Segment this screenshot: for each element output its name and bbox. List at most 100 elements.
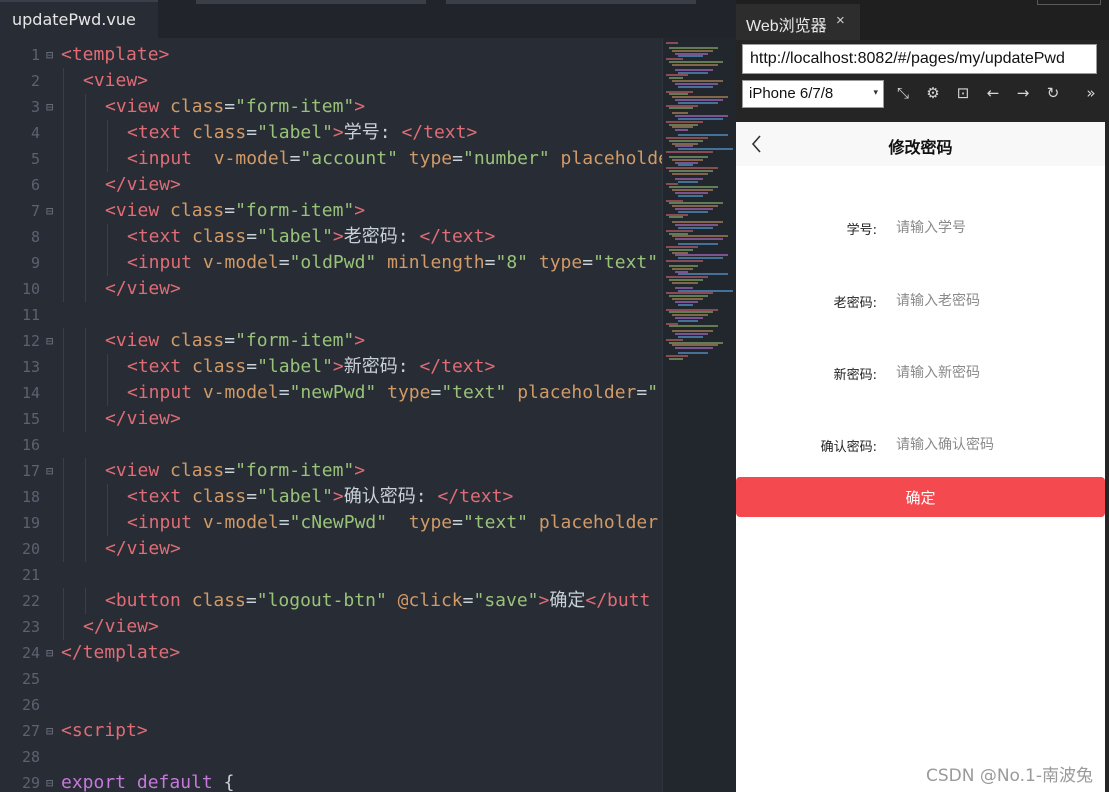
indent-guide — [63, 458, 64, 484]
line-number: 15 — [21, 410, 40, 428]
code-line: 18 <text class="label">确认密码: </text> — [0, 484, 662, 510]
indent-guide — [63, 120, 64, 146]
code-token: class — [192, 226, 247, 247]
arrow-left-icon[interactable]: ← — [982, 82, 1004, 104]
fold-icon[interactable]: ⊟ — [46, 718, 56, 744]
code-line: 3 ⊟ <view class="form-item"> — [0, 94, 662, 120]
minimap[interactable] — [662, 38, 737, 792]
minimap-line — [678, 71, 708, 74]
confirm-password-input[interactable] — [896, 432, 1086, 458]
code-token: "text" — [441, 382, 507, 403]
browser-tab-bar: Web浏览器 × — [736, 0, 1109, 40]
minimap-line — [666, 338, 683, 341]
line-number: 20 — [21, 540, 40, 558]
minimap-line — [666, 199, 683, 202]
fold-icon[interactable]: ⊟ — [46, 94, 56, 120]
code-text: </view> — [105, 406, 181, 432]
device-select[interactable]: iPhone 6/7/8 ▾ — [742, 80, 884, 108]
settings-icon[interactable]: ⚙ — [922, 82, 944, 104]
app-navbar: 修改密码 — [736, 122, 1105, 166]
code-token: 老密码: — [343, 226, 420, 247]
code-token: @click — [397, 590, 463, 611]
code-token: </butt — [585, 590, 651, 611]
code-line: 15 </view> — [0, 406, 662, 432]
code-text: <view class="form-item"> — [105, 198, 365, 224]
indent-guide — [63, 406, 64, 432]
fold-icon[interactable]: ⊟ — [46, 328, 56, 354]
indent-guide — [63, 354, 64, 380]
indent-guide — [63, 224, 64, 250]
indent-guide — [107, 484, 108, 510]
close-icon[interactable]: × — [836, 12, 845, 29]
code-token: 确定 — [549, 590, 586, 611]
fold-icon[interactable]: ⊟ — [46, 640, 56, 666]
confirm-button[interactable]: 确定 — [736, 477, 1105, 517]
fold-icon[interactable]: ⊟ — [46, 198, 56, 224]
fold-icon[interactable]: ⊟ — [46, 458, 56, 484]
line-number: 5 — [30, 150, 40, 168]
code-token: </text> — [419, 226, 496, 247]
code-token: <view> — [83, 70, 149, 91]
more-icon[interactable]: » — [1080, 82, 1102, 104]
indent-guide — [107, 146, 108, 172]
code-token: "form-item" — [235, 460, 355, 481]
line-number: 19 — [21, 514, 40, 532]
minimap-line — [678, 180, 698, 183]
panel-control[interactable] — [1037, 0, 1101, 5]
code-token: class — [192, 486, 247, 507]
minimap-line — [675, 208, 713, 210]
code-token: = — [452, 148, 463, 169]
line-number: 29 — [21, 774, 40, 792]
code-token: class — [170, 96, 225, 117]
old-password-input[interactable] — [896, 288, 1086, 314]
account-input[interactable] — [896, 215, 1086, 241]
code-token: "form-item" — [235, 96, 355, 117]
code-token: </view> — [105, 174, 181, 195]
address-bar[interactable]: http://localhost:8082/#/pages/my/updateP… — [742, 44, 1097, 74]
device-select-value: iPhone 6/7/8 — [749, 85, 834, 102]
minimap-line — [675, 286, 693, 289]
browser-tab-label: Web浏览器 — [746, 18, 827, 35]
minimap-line — [669, 248, 693, 251]
code-line: 10 </view> — [0, 276, 662, 302]
fold-icon[interactable]: ⊟ — [46, 770, 56, 792]
minimap-line — [678, 303, 693, 306]
minimap-line — [675, 52, 708, 55]
code-token: { — [212, 772, 235, 792]
minimap-line — [675, 270, 688, 273]
minimap-line — [678, 352, 708, 355]
arrow-right-icon[interactable]: → — [1012, 82, 1034, 104]
code-token: class — [192, 122, 247, 143]
code-text: <view> — [83, 68, 148, 94]
minimap-line — [675, 82, 718, 85]
code-token: <button — [105, 590, 192, 611]
code-text: <template> — [61, 42, 169, 68]
line-number: 1 — [30, 46, 40, 64]
console-icon[interactable]: ⊡ — [952, 82, 974, 104]
code-token: " — [647, 382, 659, 403]
tab-web-browser[interactable]: Web浏览器 × — [736, 4, 860, 40]
minimap-line — [669, 156, 708, 158]
rotate-icon[interactable]: ⤡ — [892, 82, 914, 104]
code-line: 21 — [0, 562, 662, 588]
new-password-input[interactable] — [896, 360, 1086, 386]
code-text: <view class="form-item"> — [105, 94, 365, 120]
refresh-icon[interactable]: ↻ — [1042, 82, 1064, 104]
code-area[interactable]: 1 ⊟ <template> 2 <view> 3 ⊟ <view class="form-i… — [0, 42, 662, 792]
minimap-line — [678, 118, 723, 120]
code-line: 19 <input v-model="cNewPwd" type="text" p… — [0, 510, 662, 536]
fold-icon[interactable]: ⊟ — [46, 42, 56, 68]
tab-updatepwd-vue[interactable]: updatePwd.vue — [0, 0, 158, 38]
minimap-line — [672, 314, 708, 317]
code-line: 17 ⊟ <view class="form-item"> — [0, 458, 662, 484]
minimap-line — [672, 112, 688, 115]
form-item-confirm-password: 确认密码: — [736, 430, 1105, 460]
code-token: "label" — [257, 356, 333, 377]
code-text: <view class="form-item"> — [105, 458, 365, 484]
minimap-line — [666, 213, 688, 216]
code-token: = — [289, 148, 301, 169]
minimap-line — [672, 344, 718, 347]
